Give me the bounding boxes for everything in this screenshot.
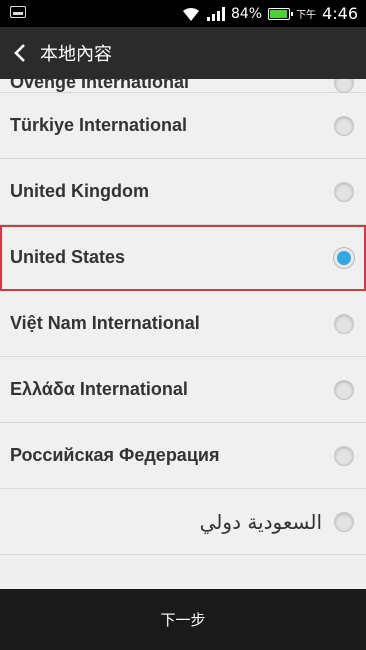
- page-title: 本地內容: [40, 44, 112, 65]
- back-button[interactable]: [0, 27, 40, 79]
- list-item-saudi-arabia[interactable]: السعودية دولي: [0, 489, 366, 555]
- list-item-turkiye[interactable]: Türkiye International: [0, 93, 366, 159]
- time-ampm: 下午: [296, 10, 317, 21]
- app-header: 本地內容: [0, 27, 366, 79]
- radio-button[interactable]: [334, 511, 354, 532]
- status-right: 84% 下午 4:46: [181, 0, 358, 27]
- radio-button[interactable]: [334, 313, 354, 334]
- list-item-label: Ovenge International: [10, 79, 190, 92]
- radio-button[interactable]: [334, 445, 354, 466]
- radio-button[interactable]: [334, 181, 354, 202]
- list-item-united-kingdom[interactable]: United Kingdom: [0, 159, 366, 225]
- battery-percent: 84%: [230, 5, 263, 22]
- battery-icon: [268, 7, 294, 20]
- list-item-partial[interactable]: Ovenge International: [0, 79, 366, 93]
- chevron-left-icon: [14, 44, 25, 62]
- screenshot-icon: [10, 6, 26, 18]
- list-item-label: Türkiye International: [10, 115, 188, 135]
- footer-bar: 下一步: [0, 589, 366, 650]
- list-item-label: United States: [10, 247, 126, 267]
- list-item-viet-nam[interactable]: Việt Nam International: [0, 291, 366, 357]
- list-item-label: السعودية دولي: [199, 509, 322, 534]
- list-item-label: Việt Nam International: [10, 313, 200, 333]
- radio-button[interactable]: [334, 79, 354, 93]
- list-item-greece[interactable]: Ελλάδα International: [0, 357, 366, 423]
- signal-icon: [206, 6, 225, 21]
- status-bar: 84% 下午 4:46: [0, 0, 366, 27]
- list-item-label: Ελλάδα International: [10, 379, 188, 399]
- next-button[interactable]: 下一步: [160, 609, 205, 630]
- radio-button[interactable]: [334, 379, 354, 400]
- clock-time: 4:46: [322, 4, 358, 23]
- list-item-label: Российская Федерация: [10, 445, 220, 465]
- list-item-label: United Kingdom: [10, 181, 149, 201]
- radio-button[interactable]: [334, 115, 354, 136]
- wifi-icon: [181, 6, 201, 22]
- list-item-united-states[interactable]: United States: [0, 225, 366, 291]
- region-list[interactable]: Ovenge International Türkiye Internation…: [0, 79, 366, 589]
- list-item-russia[interactable]: Российская Федерация: [0, 423, 366, 489]
- radio-button-selected[interactable]: [334, 247, 354, 268]
